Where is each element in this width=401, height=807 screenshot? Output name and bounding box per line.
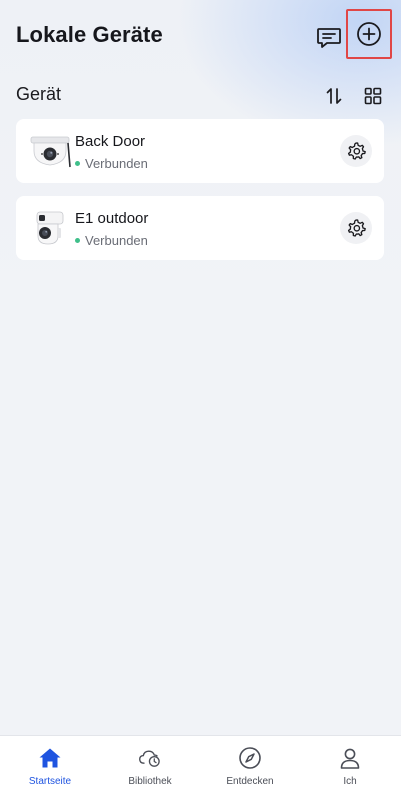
- device-card-e1-outdoor[interactable]: E1 outdoor Verbunden: [16, 196, 384, 260]
- layout-toggle-button[interactable]: [361, 84, 385, 108]
- gear-icon: [347, 142, 366, 160]
- person-icon: [338, 746, 362, 770]
- tab-label: Entdecken: [226, 776, 274, 787]
- device-thumbnail: [28, 129, 72, 173]
- message-icon: [317, 28, 341, 48]
- add-device-button[interactable]: [346, 9, 392, 59]
- tab-ich[interactable]: Ich: [300, 736, 400, 807]
- add-circle-icon: [357, 22, 381, 46]
- home-icon: [38, 746, 62, 770]
- tab-bibliothek[interactable]: Bibliothek: [100, 736, 200, 807]
- tab-label: Startseite: [28, 776, 72, 787]
- ptz-camera-icon: [36, 211, 64, 245]
- device-settings-button[interactable]: [340, 135, 372, 167]
- grid-view-icon: [364, 87, 382, 105]
- page-title: Lokale Geräte: [16, 22, 163, 47]
- bottom-tab-bar: Startseite Bibliothek Entdecken Ich: [0, 735, 401, 807]
- device-settings-button[interactable]: [340, 212, 372, 244]
- device-thumbnail: [28, 206, 72, 250]
- message-button[interactable]: [314, 24, 344, 52]
- compass-icon: [238, 746, 262, 770]
- device-section-header: Gerät: [0, 80, 401, 112]
- cloud-clock-icon: [138, 746, 162, 770]
- tab-label: Bibliothek: [128, 776, 172, 787]
- device-status: Verbunden: [75, 156, 148, 171]
- device-status: Verbunden: [75, 233, 148, 248]
- tab-startseite[interactable]: Startseite: [0, 736, 100, 807]
- device-name: Back Door: [75, 133, 146, 150]
- app-header: Lokale Geräte: [0, 0, 401, 76]
- device-status-label: Verbunden: [85, 156, 148, 171]
- sort-icon: [326, 88, 342, 104]
- gear-icon: [347, 219, 366, 237]
- tab-entdecken[interactable]: Entdecken: [200, 736, 300, 807]
- device-status-label: Verbunden: [85, 233, 148, 248]
- device-card-back-door[interactable]: Back Door Verbunden: [16, 119, 384, 183]
- status-dot: [75, 161, 80, 166]
- sort-button[interactable]: [322, 84, 346, 108]
- device-name: E1 outdoor: [75, 210, 149, 227]
- tab-label: Ich: [343, 776, 357, 787]
- status-dot: [75, 238, 80, 243]
- section-title: Gerät: [16, 84, 62, 104]
- dome-camera-icon: [30, 136, 71, 168]
